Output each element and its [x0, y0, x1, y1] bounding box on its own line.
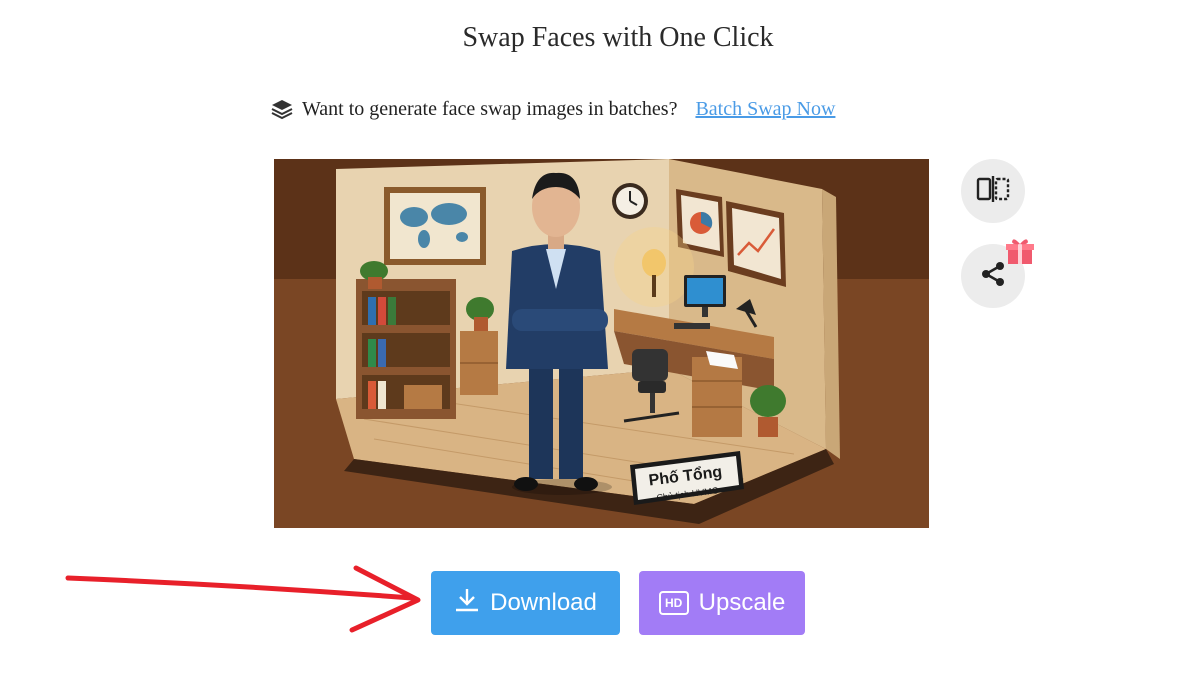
compare-button[interactable]: [961, 159, 1025, 223]
download-button[interactable]: Download: [431, 571, 620, 635]
batch-swap-link[interactable]: Batch Swap Now: [695, 98, 835, 121]
share-icon: [979, 260, 1007, 293]
download-label: Download: [490, 589, 597, 616]
gift-icon[interactable]: [1005, 236, 1035, 266]
face-swap-result-image: Phố Tổng Chủ tịch HVMO: [274, 159, 929, 528]
upscale-label: Upscale: [698, 589, 786, 616]
compare-icon: [976, 175, 1010, 207]
hd-icon: HD: [658, 591, 689, 615]
upscale-button[interactable]: HD Upscale: [639, 571, 805, 635]
download-icon: [454, 587, 480, 620]
page-title: Swap Faces with One Click: [462, 22, 774, 53]
layers-icon: [270, 97, 294, 121]
batch-promo: Want to generate face swap images in bat…: [270, 94, 835, 124]
promo-text: Want to generate face swap images in bat…: [302, 97, 678, 120]
